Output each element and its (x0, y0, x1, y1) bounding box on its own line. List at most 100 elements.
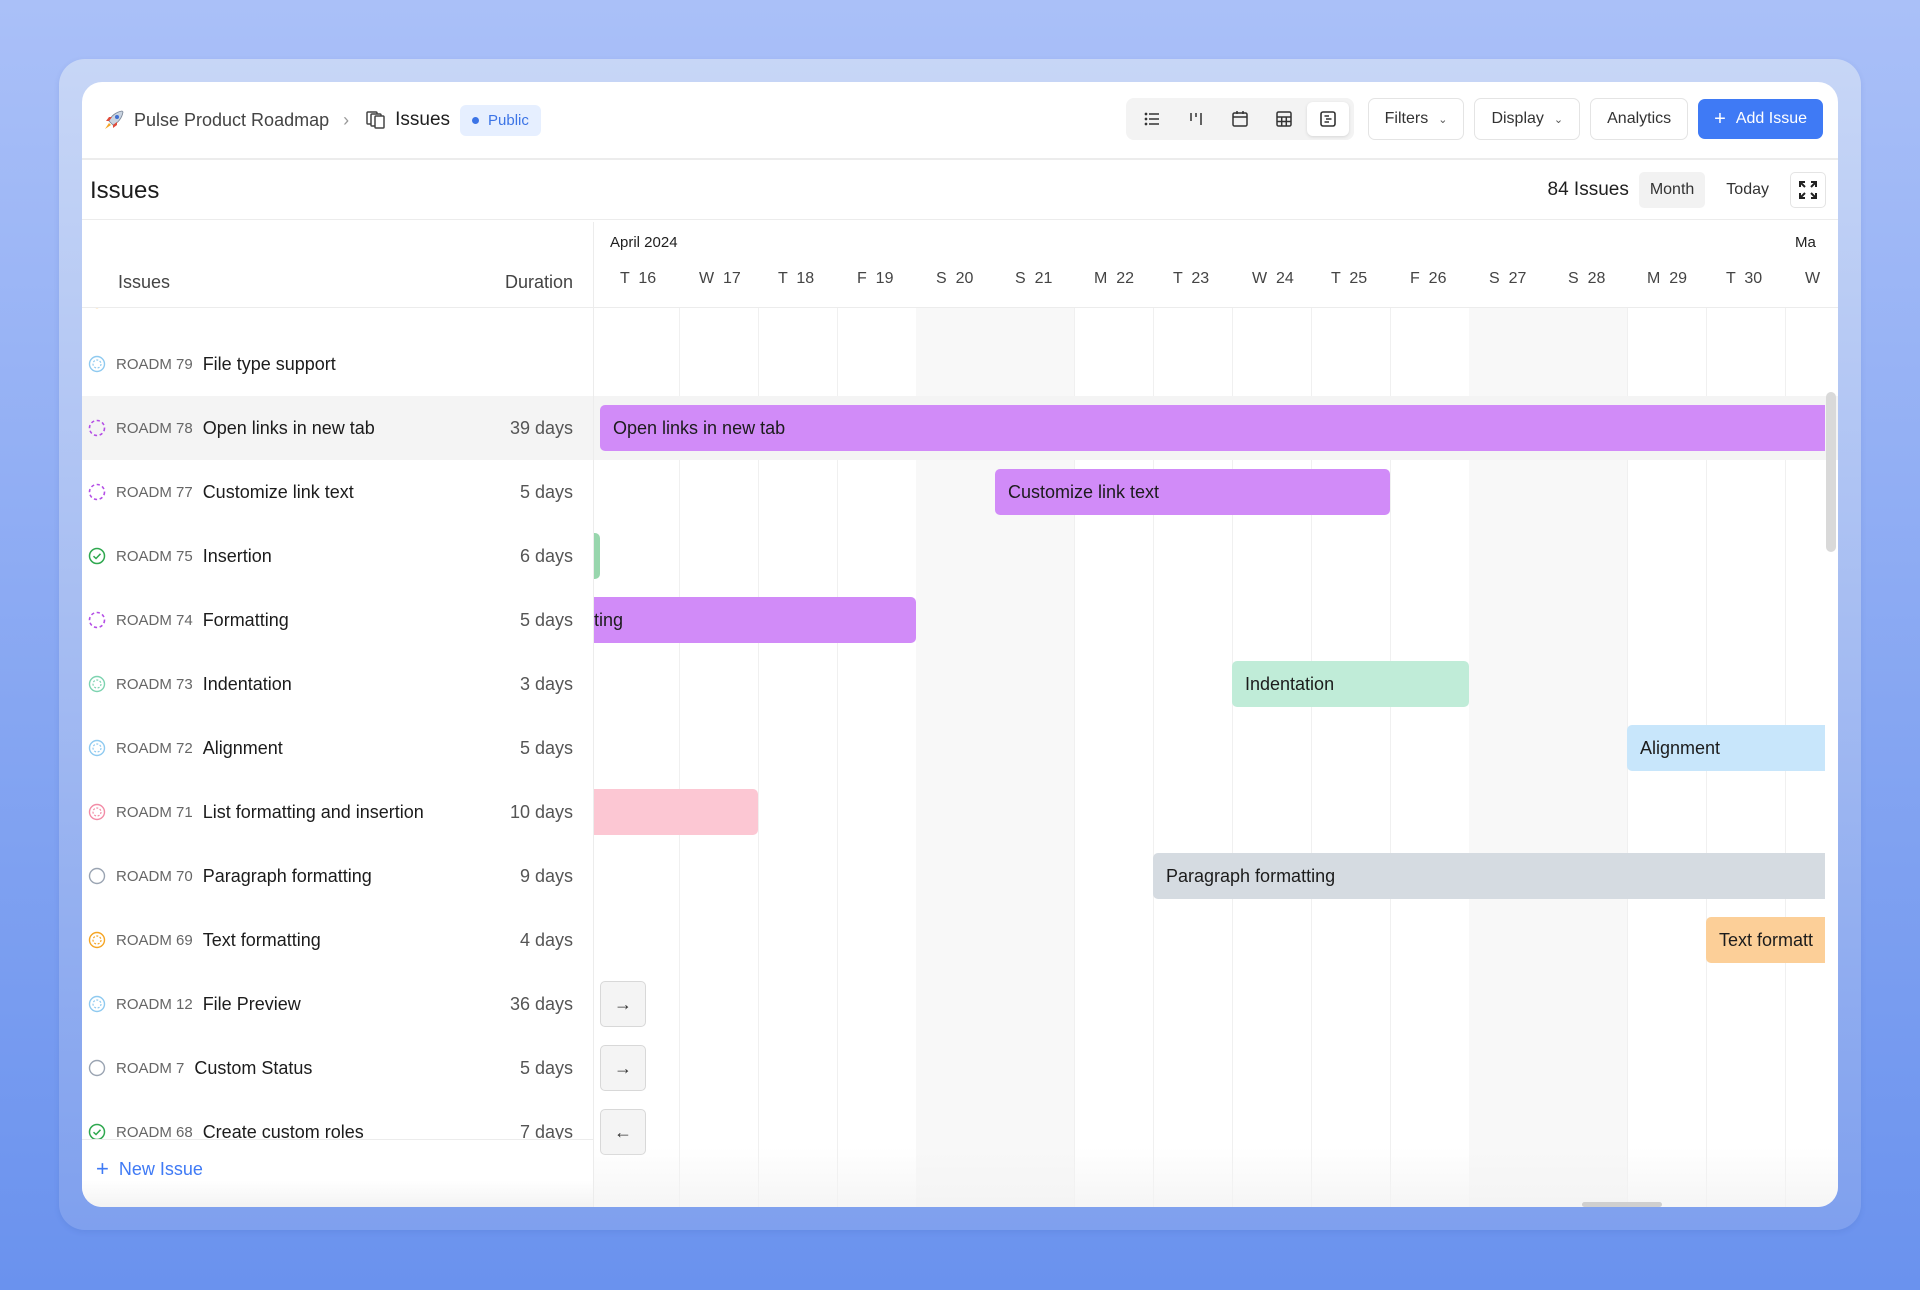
issue-list-pane: Issues Duration ROADM 80 Previews ROADM … (82, 222, 594, 1207)
issue-duration: 5 days (519, 737, 573, 758)
list-view-button[interactable] (1131, 102, 1173, 136)
gantt-bar[interactable]: ting (594, 597, 916, 643)
visibility-badge[interactable]: Public (460, 104, 541, 136)
issue-duration: 3 days (519, 673, 573, 694)
list-icon (1144, 112, 1159, 126)
issue-id: ROADM 74 (116, 611, 193, 629)
gantt-bar[interactable] (594, 789, 758, 835)
section-link[interactable]: Issues (395, 109, 450, 131)
issue-title[interactable]: Alignment (203, 738, 283, 759)
issue-id: ROADM 73 (116, 675, 193, 693)
calendar-icon (1231, 111, 1248, 127)
chevron-down-icon: ⌄ (1553, 113, 1564, 126)
gantt-bar[interactable]: Indentation (1232, 661, 1469, 707)
issue-title[interactable]: Open links in new tab (203, 418, 375, 439)
issue-row[interactable]: ROADM 12 File Preview 36 days (82, 972, 593, 1036)
issue-duration: 5 days (519, 481, 573, 502)
toolbar: Filters ⌄ Display ⌄ Analytics + Add Issu… (1125, 98, 1823, 140)
gantt-bar[interactable]: Customize link text (995, 469, 1390, 515)
issue-id: ROADM 72 (116, 739, 193, 757)
day-label: S 20 (936, 270, 974, 287)
issue-title[interactable]: Paragraph formatting (203, 866, 372, 887)
status-todo-gray-icon[interactable] (88, 867, 106, 885)
gantt-bar[interactable]: Text formatt (1706, 917, 1825, 963)
status-backlog-purple-icon[interactable] (88, 483, 106, 501)
issue-duration: 36 days (509, 993, 573, 1014)
issue-duration: 6 days (519, 545, 573, 566)
arrow-right-icon: → (614, 993, 632, 1014)
rocket-icon (100, 106, 128, 134)
issue-row[interactable]: ROADM 71 List formatting and insertion 1… (82, 780, 593, 844)
status-in-progress-orange-icon[interactable] (88, 931, 106, 949)
scroll-to-bar-right-button[interactable]: → (600, 981, 646, 1027)
gantt-bar[interactable]: Open links in new tab (600, 405, 1825, 451)
kanban-view-button[interactable] (1175, 102, 1217, 136)
filters-button[interactable]: Filters ⌄ (1367, 98, 1465, 140)
fullscreen-button[interactable] (1790, 172, 1826, 208)
issue-row[interactable]: ROADM 74 Formatting 5 days (82, 588, 593, 652)
gantt-bar[interactable]: Alignment (1627, 725, 1825, 771)
issue-row[interactable]: ROADM 70 Paragraph formatting 9 days (82, 844, 593, 908)
table-icon (1275, 111, 1292, 127)
chevron-right-icon: › (343, 109, 350, 130)
project-link[interactable]: Pulse Product Roadmap (134, 110, 329, 131)
status-in-progress-pink-icon[interactable] (88, 803, 106, 821)
day-label: W 24 (1252, 270, 1294, 287)
issue-title[interactable]: Text formatting (203, 930, 321, 951)
add-issue-button[interactable]: + Add Issue (1698, 99, 1823, 139)
issue-title[interactable]: Customize link text (203, 482, 354, 503)
analytics-button[interactable]: Analytics (1590, 98, 1689, 140)
issue-row[interactable]: ROADM 77 Customize link text 5 days (82, 460, 593, 524)
issue-row[interactable]: ROADM 78 Open links in new tab 39 days (82, 396, 593, 460)
issue-row[interactable]: ROADM 7 Custom Status 5 days (82, 1036, 593, 1100)
horizontal-scrollbar[interactable] (1582, 1202, 1662, 1207)
day-label: W (1805, 270, 1821, 287)
day-label: S 27 (1489, 270, 1527, 287)
spreadsheet-view-button[interactable] (1263, 102, 1305, 136)
gantt-bar[interactable] (594, 533, 600, 579)
issue-duration: 5 days (519, 1057, 573, 1078)
month-scale-button[interactable]: Month (1638, 172, 1706, 208)
status-in-progress-blue-icon[interactable] (88, 739, 106, 757)
status-backlog-purple-icon[interactable] (88, 611, 106, 629)
status-todo-gray-icon[interactable] (88, 1059, 106, 1077)
issue-row[interactable]: ROADM 79 File type support (82, 332, 593, 396)
sub-header: Issues 84 Issues Month Today (82, 162, 1838, 220)
issue-row[interactable]: ROADM 69 Text formatting 4 days (82, 908, 593, 972)
add-issue-label: Add Issue (1735, 110, 1807, 127)
issue-id: ROADM 69 (116, 931, 193, 949)
issue-title[interactable]: List formatting and insertion (203, 802, 424, 823)
day-label: T 18 (778, 270, 815, 287)
new-issue-label: New Issue (118, 1158, 203, 1179)
issue-title[interactable]: Indentation (203, 674, 292, 695)
sub-header-controls: 84 Issues Month Today (1548, 172, 1826, 208)
vertical-scrollbar[interactable] (1826, 392, 1836, 552)
issue-title[interactable]: Insertion (203, 546, 272, 567)
display-button[interactable]: Display ⌄ (1474, 98, 1581, 140)
issue-duration: 5 days (519, 609, 573, 630)
status-in-progress-blue-icon[interactable] (88, 995, 106, 1013)
status-in-progress-teal-icon[interactable] (88, 675, 106, 693)
calendar-view-button[interactable] (1219, 102, 1261, 136)
issue-row[interactable]: ROADM 75 Insertion 6 days (82, 524, 593, 588)
status-done-green-icon[interactable] (88, 547, 106, 565)
issue-title[interactable]: Formatting (203, 610, 289, 631)
status-backlog-purple-icon[interactable] (88, 419, 106, 437)
status-in-progress-blue-icon[interactable] (88, 355, 106, 373)
filters-label: Filters (1384, 110, 1429, 127)
gantt-bar[interactable]: Paragraph formatting (1153, 853, 1825, 899)
day-label: T 16 (620, 270, 657, 287)
issue-row[interactable]: ROADM 72 Alignment 5 days (82, 716, 593, 780)
gantt-view-button[interactable] (1306, 102, 1349, 136)
visibility-label: Public (488, 111, 529, 129)
scroll-to-bar-right-button[interactable]: → (600, 1045, 646, 1091)
issue-title[interactable]: Custom Status (194, 1058, 312, 1079)
today-button[interactable]: Today (1715, 172, 1780, 208)
issue-title[interactable]: File type support (203, 354, 336, 375)
issue-row[interactable]: ROADM 73 Indentation 3 days (82, 652, 593, 716)
issue-title[interactable]: File Preview (203, 994, 301, 1015)
issue-id: ROADM 78 (116, 419, 193, 437)
new-issue-button[interactable]: + New Issue (96, 1156, 203, 1182)
column-header-issues: Issues (118, 272, 171, 292)
issue-id: ROADM 79 (116, 355, 193, 373)
